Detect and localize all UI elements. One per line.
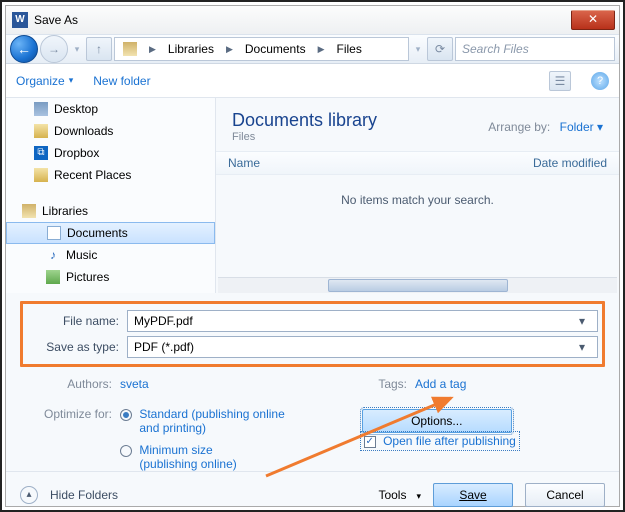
downloads-icon: [34, 124, 48, 138]
tools-menu[interactable]: Tools ▾: [378, 488, 421, 502]
breadcrumb[interactable]: ▶ Libraries ▶ Documents ▶ Files: [114, 37, 409, 61]
new-folder-button[interactable]: New folder: [93, 74, 150, 88]
type-label: Save as type:: [27, 340, 127, 354]
tags-value[interactable]: Add a tag: [415, 377, 605, 391]
type-select[interactable]: PDF (*.pdf) ▾: [127, 336, 598, 358]
h-scrollbar[interactable]: [218, 277, 617, 293]
filename-label: File name:: [27, 314, 127, 328]
sidebar-item-dropbox[interactable]: ⧉Dropbox: [6, 142, 215, 164]
search-input[interactable]: Search Files: [455, 37, 615, 61]
open-after-checkbox[interactable]: ✓ Open file after publishing: [362, 433, 518, 449]
close-button[interactable]: ✕: [571, 10, 615, 30]
scrollbar-thumb[interactable]: [328, 279, 508, 292]
cancel-button[interactable]: Cancel: [525, 483, 605, 507]
saveas-dialog: W Save As ✕ ← → ▾ ↑ ▶ Libraries ▶ Docume…: [0, 0, 625, 512]
empty-message: No items match your search.: [216, 175, 619, 277]
sidebar-item-downloads[interactable]: Downloads: [6, 120, 215, 142]
toolbar: Organize ▾ New folder ☰ ?: [6, 64, 619, 98]
radio-icon: [120, 409, 132, 421]
organize-menu[interactable]: Organize ▾: [16, 74, 73, 88]
authors-label: Authors:: [20, 377, 120, 391]
column-headers[interactable]: Name Date modified: [216, 151, 619, 175]
crumb-documents[interactable]: Documents: [237, 38, 314, 60]
authors-value[interactable]: sveta: [120, 377, 149, 391]
tags-label: Tags:: [375, 377, 415, 391]
filename-input[interactable]: MyPDF.pdf ▾: [127, 310, 598, 332]
arrange-by-label: Arrange by:: [488, 120, 556, 134]
optimize-label: Optimize for:: [20, 407, 120, 421]
col-name[interactable]: Name: [228, 156, 533, 170]
checkbox-icon: ✓: [364, 436, 376, 448]
radio-standard[interactable]: Standard (publishing online and printing…: [120, 407, 342, 435]
crumb-files[interactable]: Files: [329, 38, 370, 60]
documents-icon: [47, 226, 61, 240]
radio-icon: [120, 445, 132, 457]
view-button[interactable]: ☰: [549, 71, 571, 91]
back-button[interactable]: ←: [10, 35, 38, 63]
sidebar-libraries[interactable]: Libraries: [6, 200, 215, 222]
nav-bar: ← → ▾ ↑ ▶ Libraries ▶ Documents ▶ Files …: [6, 34, 619, 64]
sidebar-item-music[interactable]: ♪Music: [6, 244, 215, 266]
hide-folders-button[interactable]: Hide Folders: [50, 488, 118, 502]
history-dropdown[interactable]: ▾: [70, 37, 84, 61]
sidebar-item-pictures[interactable]: Pictures: [6, 266, 215, 288]
music-icon: ♪: [46, 248, 60, 262]
crumb-libraries[interactable]: Libraries: [160, 38, 222, 60]
desktop-icon: [34, 102, 48, 116]
sidebar-item-desktop[interactable]: Desktop: [6, 98, 215, 120]
dropbox-icon: ⧉: [34, 146, 48, 160]
hide-folders-icon[interactable]: ▴: [20, 486, 38, 504]
help-button[interactable]: ?: [591, 72, 609, 90]
libraries-icon: [123, 42, 137, 56]
sidebar-item-recent[interactable]: Recent Places: [6, 164, 215, 186]
search-placeholder: Search Files: [456, 42, 529, 56]
content-area: Documents library Files Arrange by: Fold…: [216, 98, 619, 293]
arrange-by-value[interactable]: Folder ▾: [560, 120, 603, 134]
up-button[interactable]: ↑: [86, 37, 112, 61]
libraries-icon: [22, 204, 36, 218]
options-button[interactable]: Options...: [362, 409, 512, 433]
recent-icon: [34, 168, 48, 182]
forward-button[interactable]: →: [40, 35, 68, 63]
sidebar-item-documents[interactable]: Documents: [6, 222, 215, 244]
radio-minimum[interactable]: Minimum size (publishing online): [120, 443, 342, 471]
sidebar: Desktop Downloads ⧉Dropbox Recent Places…: [6, 98, 216, 293]
col-date[interactable]: Date modified: [533, 156, 607, 170]
highlight-box: File name: MyPDF.pdf ▾ Save as type: PDF…: [20, 301, 605, 367]
word-icon: W: [12, 12, 28, 28]
refresh-button[interactable]: ⟳: [427, 37, 453, 61]
save-button[interactable]: Save: [433, 483, 513, 507]
library-title: Documents library: [232, 110, 488, 131]
form-area: File name: MyPDF.pdf ▾ Save as type: PDF…: [6, 293, 619, 471]
titlebar: W Save As ✕: [6, 6, 619, 34]
pictures-icon: [46, 270, 60, 284]
window-title: Save As: [34, 13, 78, 27]
breadcrumb-dropdown[interactable]: ▾: [411, 37, 425, 61]
bottom-bar: ▴ Hide Folders Tools ▾ Save Cancel: [6, 471, 619, 512]
library-subtitle: Files: [232, 131, 488, 143]
